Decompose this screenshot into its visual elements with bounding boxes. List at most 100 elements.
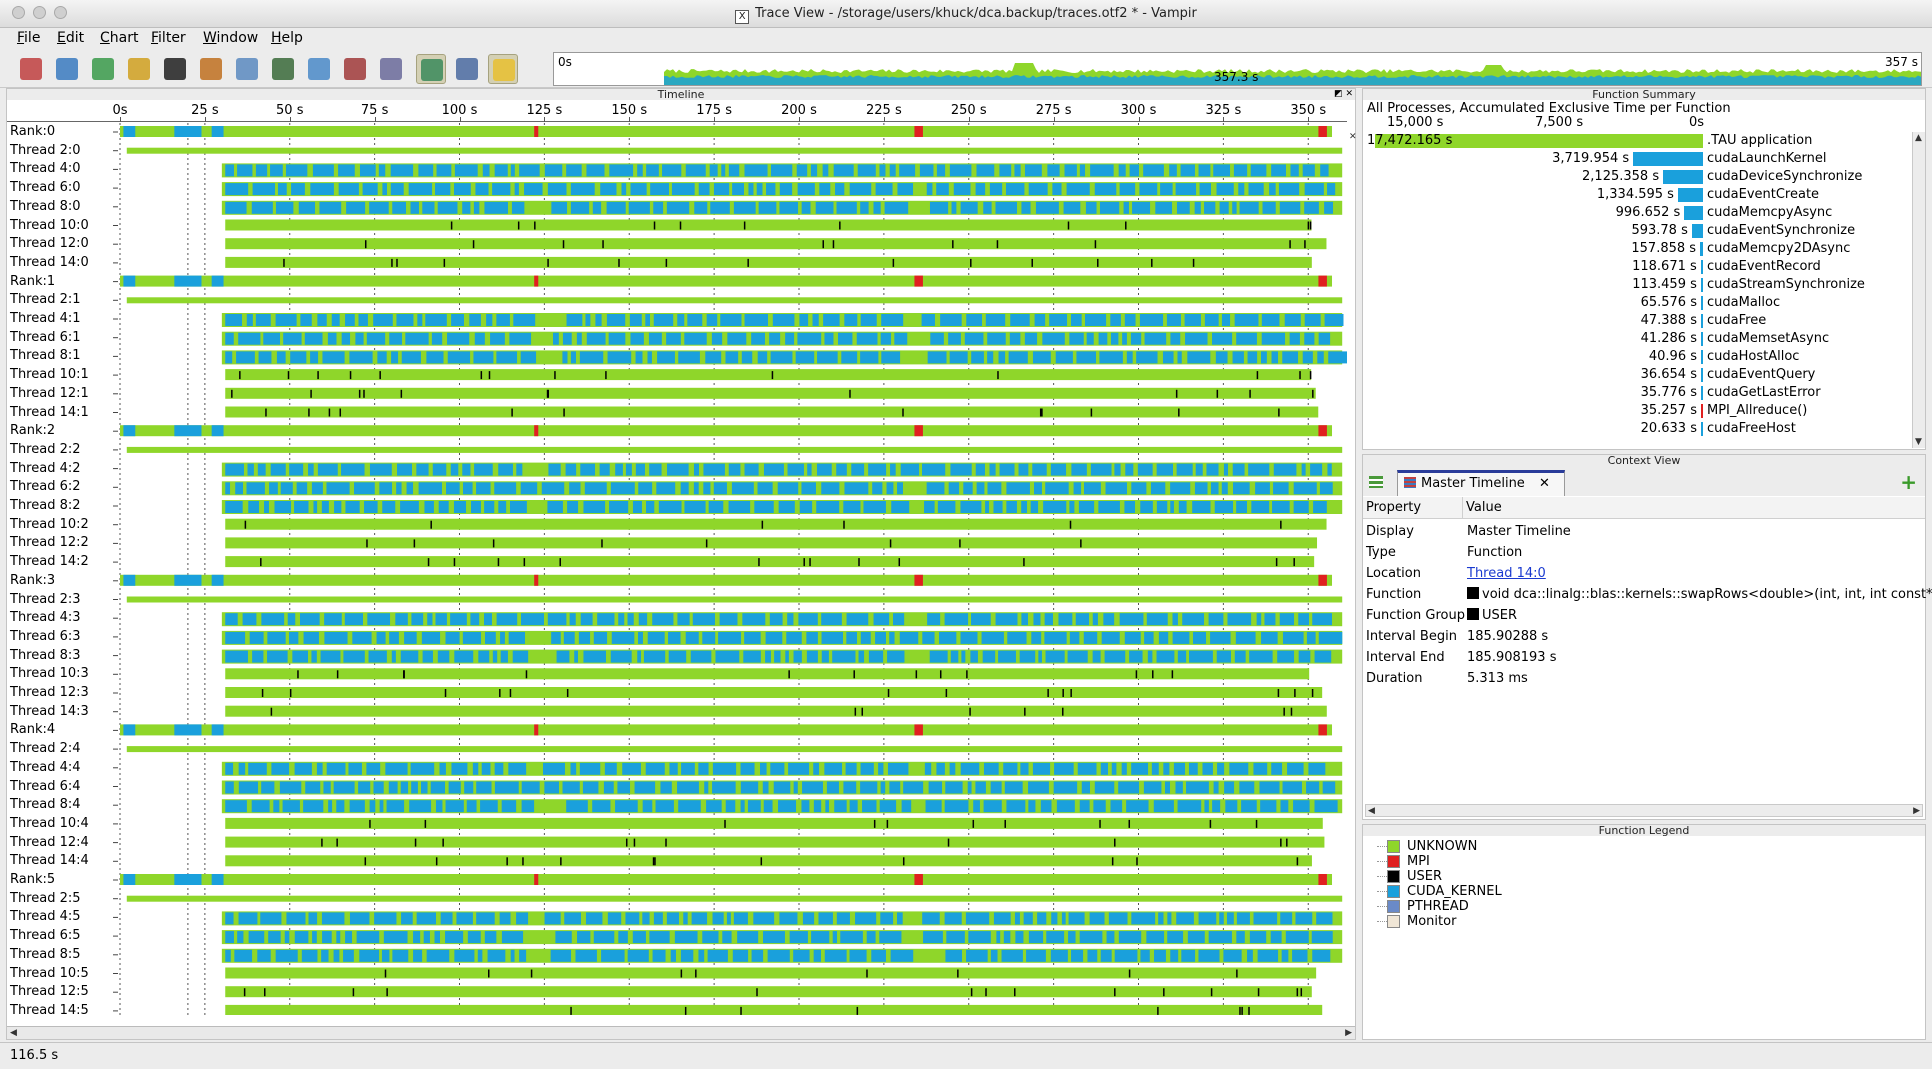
timeline-row-label[interactable]: Thread 8:1 bbox=[10, 348, 81, 363]
function-name[interactable]: .TAU application bbox=[1707, 133, 1812, 148]
timeline-row-label[interactable]: Thread 4:2 bbox=[10, 461, 81, 476]
scroll-up-icon[interactable]: ▲ bbox=[1915, 133, 1922, 143]
context-menu-icon[interactable] bbox=[1369, 476, 1383, 488]
timeline-row-label[interactable]: Thread 4:1 bbox=[10, 311, 81, 326]
scroll-right-icon[interactable]: ▶ bbox=[1345, 1028, 1352, 1038]
function-bar[interactable] bbox=[1701, 386, 1703, 400]
undock-icon[interactable]: ◩ bbox=[1334, 89, 1343, 99]
timeline-row-label[interactable]: Thread 8:3 bbox=[10, 648, 81, 663]
function-name[interactable]: cudaEventSynchronize bbox=[1707, 223, 1855, 238]
column-header-value[interactable]: Value bbox=[1463, 497, 1925, 519]
timeline-row-label[interactable]: Thread 8:0 bbox=[10, 199, 81, 214]
function-legend-button[interactable] bbox=[376, 54, 406, 84]
timeline-row-label[interactable]: Thread 10:1 bbox=[10, 367, 89, 382]
legend-item-label[interactable]: UNKNOWN bbox=[1407, 839, 1477, 854]
function-name[interactable]: cudaStreamSynchronize bbox=[1707, 277, 1865, 292]
menu-edit[interactable]: Edit bbox=[57, 30, 84, 46]
function-bar[interactable] bbox=[1701, 404, 1703, 418]
function-name[interactable]: cudaMemcpy2DAsync bbox=[1707, 241, 1850, 256]
timeline-row-label[interactable]: Rank:0 bbox=[10, 124, 55, 139]
menu-help[interactable]: Help bbox=[271, 30, 303, 46]
function-bar[interactable] bbox=[1700, 242, 1703, 256]
timeline-row-label[interactable]: Thread 14:1 bbox=[10, 405, 89, 420]
function-bar[interactable] bbox=[1691, 224, 1703, 238]
function-name[interactable]: cudaMemsetAsync bbox=[1707, 331, 1829, 346]
timeline-row-label[interactable]: Thread 6:5 bbox=[10, 928, 81, 943]
timeline-row-label[interactable]: Thread 10:4 bbox=[10, 816, 89, 831]
timeline-row-label[interactable]: Thread 14:2 bbox=[10, 554, 89, 569]
legend-item-label[interactable]: PTHREAD bbox=[1407, 899, 1469, 914]
legend-item-label[interactable]: MPI bbox=[1407, 854, 1430, 869]
lightbulb-button[interactable] bbox=[488, 54, 518, 84]
timeline-row-label[interactable]: Rank:2 bbox=[10, 423, 55, 438]
property-value[interactable]: Thread 14:0 bbox=[1467, 566, 1546, 581]
communication-matrix-button[interactable] bbox=[268, 54, 298, 84]
io-summary-button[interactable] bbox=[304, 54, 334, 84]
function-name[interactable]: cudaEventCreate bbox=[1707, 187, 1819, 202]
function-bar[interactable] bbox=[1633, 152, 1703, 166]
timeline-row-label[interactable]: Thread 14:3 bbox=[10, 704, 89, 719]
legend-color-swatch[interactable] bbox=[1387, 900, 1400, 913]
function-summary-button[interactable] bbox=[160, 54, 190, 84]
timeline-row-label[interactable]: Rank:4 bbox=[10, 722, 55, 737]
timeline-row-label[interactable]: Thread 2:2 bbox=[10, 442, 81, 457]
timeline-row-label[interactable]: Thread 14:4 bbox=[10, 853, 89, 868]
pin-button[interactable] bbox=[452, 54, 482, 84]
timeline-row-label[interactable]: Thread 12:1 bbox=[10, 386, 89, 401]
function-name[interactable]: cudaMemcpyAsync bbox=[1707, 205, 1832, 220]
timeline-row-label[interactable]: Thread 2:4 bbox=[10, 741, 81, 756]
menu-file[interactable]: File bbox=[17, 30, 40, 46]
call-tree-button[interactable] bbox=[340, 54, 370, 84]
context-horizontal-scrollbar[interactable]: ◀ ▶ bbox=[1365, 804, 1923, 817]
function-bar[interactable] bbox=[1701, 368, 1703, 382]
function-name[interactable]: cudaEventRecord bbox=[1707, 259, 1821, 274]
menu-chart[interactable]: Chart bbox=[100, 30, 138, 46]
summary-vertical-scrollbar[interactable]: ▲ ▼ bbox=[1912, 132, 1925, 448]
function-bar[interactable] bbox=[1700, 260, 1703, 274]
timeline-row-label[interactable]: Thread 12:5 bbox=[10, 984, 89, 999]
scroll-right-icon[interactable]: ▶ bbox=[1913, 806, 1920, 816]
timeline-row-label[interactable]: Thread 12:0 bbox=[10, 236, 89, 251]
function-bar[interactable] bbox=[1701, 296, 1703, 310]
function-name[interactable]: cudaMalloc bbox=[1707, 295, 1780, 310]
timeline-overview[interactable]: 0s 357.3 s 357 s bbox=[553, 52, 1922, 86]
scroll-left-icon[interactable]: ◀ bbox=[10, 1028, 17, 1038]
function-bar[interactable] bbox=[1701, 350, 1703, 364]
legend-color-swatch[interactable] bbox=[1387, 870, 1400, 883]
close-tab-icon[interactable]: ✕ bbox=[1539, 476, 1550, 491]
timeline-row-label[interactable]: Thread 12:3 bbox=[10, 685, 89, 700]
function-bar[interactable] bbox=[1701, 332, 1703, 346]
function-name[interactable]: cudaFreeHost bbox=[1707, 421, 1796, 436]
timeline-row-label[interactable]: Thread 2:3 bbox=[10, 592, 81, 607]
master-timeline-button[interactable] bbox=[16, 54, 46, 84]
timeline-row-label[interactable]: Thread 10:0 bbox=[10, 218, 89, 233]
timeline-row-label[interactable]: Thread 8:2 bbox=[10, 498, 81, 513]
menu-filter[interactable]: Filter bbox=[151, 30, 186, 46]
legend-color-swatch[interactable] bbox=[1387, 855, 1400, 868]
timeline-row-label[interactable]: Thread 4:4 bbox=[10, 760, 81, 775]
timeline-row-label[interactable]: Thread 10:3 bbox=[10, 666, 89, 681]
column-header-property[interactable]: Property bbox=[1363, 497, 1463, 519]
performance-radar-button[interactable] bbox=[124, 54, 154, 84]
timeline-row-label[interactable]: Thread 6:4 bbox=[10, 779, 81, 794]
timeline-row-label[interactable]: Rank:3 bbox=[10, 573, 55, 588]
timeline-row-label[interactable]: Thread 12:4 bbox=[10, 835, 89, 850]
timeline-row-label[interactable]: Thread 8:4 bbox=[10, 797, 81, 812]
function-name[interactable]: MPI_Allreduce() bbox=[1707, 403, 1807, 418]
timeline-row-label[interactable]: Thread 10:5 bbox=[10, 966, 89, 981]
legend-item-label[interactable]: Monitor bbox=[1407, 914, 1456, 929]
timeline-row-label[interactable]: Thread 2:5 bbox=[10, 891, 81, 906]
function-name[interactable]: cudaLaunchKernel bbox=[1707, 151, 1827, 166]
splitter-icon[interactable]: ✕ bbox=[1349, 132, 1357, 142]
function-bar[interactable] bbox=[1701, 422, 1703, 436]
timeline-row-label[interactable]: Thread 6:0 bbox=[10, 180, 81, 195]
function-name[interactable]: cudaHostAlloc bbox=[1707, 349, 1799, 364]
timeline-row-label[interactable]: Thread 6:1 bbox=[10, 330, 81, 345]
timeline-row-label[interactable]: Rank:1 bbox=[10, 274, 55, 289]
scroll-left-icon[interactable]: ◀ bbox=[1368, 806, 1375, 816]
menu-window[interactable]: Window bbox=[203, 30, 258, 46]
timeline-row-label[interactable]: Rank:5 bbox=[10, 872, 55, 887]
function-name[interactable]: cudaDeviceSynchronize bbox=[1707, 169, 1862, 184]
tab-master-timeline[interactable]: Master Timeline ✕ bbox=[1397, 470, 1565, 496]
legend-color-swatch[interactable] bbox=[1387, 885, 1400, 898]
